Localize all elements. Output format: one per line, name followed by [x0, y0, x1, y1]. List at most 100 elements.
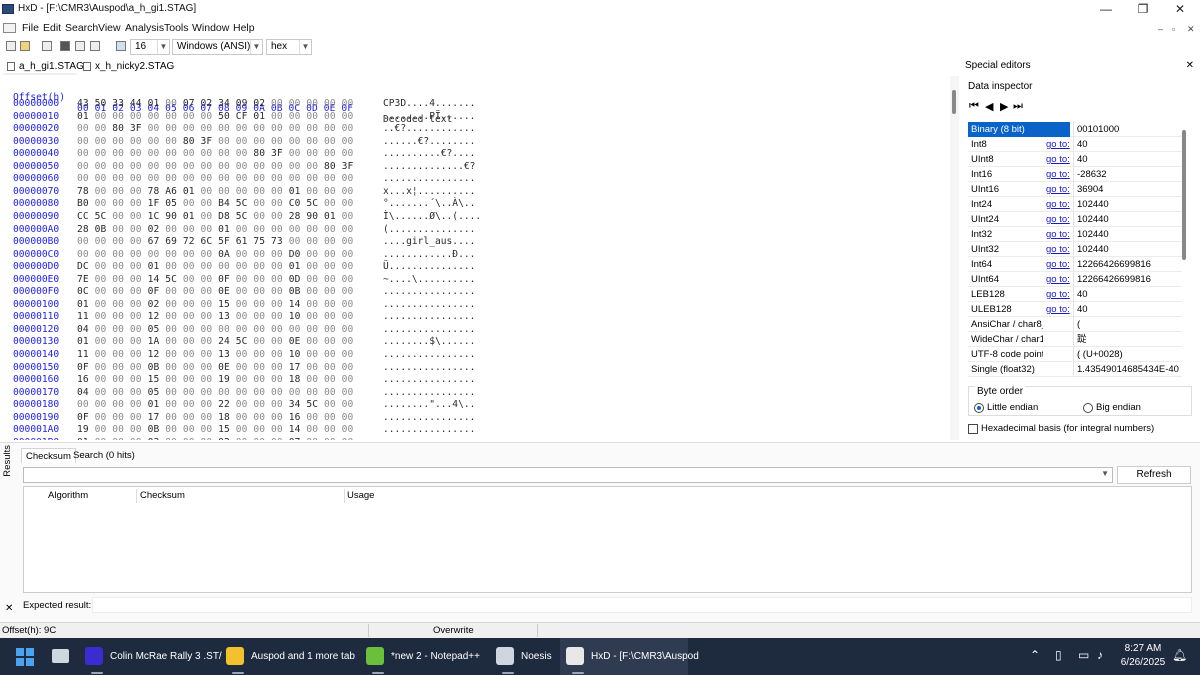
hex-byte[interactable]: 5C	[236, 336, 254, 347]
hex-byte[interactable]: 00	[183, 311, 201, 322]
row-bytes[interactable]: 19 00 00 00 0B 00 00 00 15 00 00 00 14 0…	[77, 424, 353, 435]
hex-byte[interactable]: 00	[271, 224, 289, 235]
row-decoded-text[interactable]: ............Ð...	[383, 249, 475, 260]
row-bytes[interactable]: 28 0B 00 00 02 00 00 00 01 00 00 00 00 0…	[77, 224, 353, 235]
hex-byte[interactable]: 00	[306, 186, 324, 197]
hex-byte[interactable]: 00	[306, 374, 324, 385]
hex-byte[interactable]: 00	[253, 324, 271, 335]
last-byte-icon[interactable]: ⏭	[1013, 100, 1023, 113]
hex-byte[interactable]: 00	[306, 224, 324, 235]
row-bytes[interactable]: 01 00 00 00 02 00 00 00 15 00 00 00 14 0…	[77, 299, 353, 310]
inspector-value[interactable]: 40	[1073, 152, 1179, 167]
hex-byte[interactable]: 00	[112, 261, 130, 272]
hex-byte[interactable]: 00	[324, 274, 342, 285]
hex-byte[interactable]: DC	[77, 261, 95, 272]
hex-byte[interactable]: 13	[218, 311, 236, 322]
hex-byte[interactable]: 00	[236, 349, 254, 360]
memory-icon[interactable]	[90, 41, 100, 51]
hex-byte[interactable]: 69	[165, 236, 183, 247]
inspector-row[interactable]: AnsiChar / char8_t (	[968, 317, 1182, 332]
hex-byte[interactable]: 00	[342, 173, 354, 184]
hex-byte[interactable]: 00	[324, 299, 342, 310]
hex-byte[interactable]: 09	[236, 98, 254, 109]
hex-byte[interactable]: 00	[95, 249, 113, 260]
hex-byte[interactable]: 00	[95, 362, 113, 373]
row-bytes[interactable]: 00 00 00 00 00 00 00 00 00 00 00 00 00 0…	[77, 173, 353, 184]
hex-byte[interactable]: 28	[289, 211, 307, 222]
hex-byte[interactable]: 00	[342, 148, 354, 159]
hex-byte[interactable]: 0E	[218, 286, 236, 297]
hex-byte[interactable]: 1F	[148, 198, 166, 209]
hex-byte[interactable]: 00	[165, 249, 183, 260]
hex-byte[interactable]: 00	[95, 437, 113, 440]
hex-byte[interactable]: 00	[77, 123, 95, 134]
hex-byte[interactable]: 00	[236, 412, 254, 423]
hex-byte[interactable]: 00	[77, 236, 95, 247]
hex-byte[interactable]: 00	[289, 123, 307, 134]
menu-window[interactable]: Window	[192, 22, 229, 34]
hex-byte[interactable]: 00	[253, 286, 271, 297]
hex-byte[interactable]: 5C	[95, 211, 113, 222]
network-icon[interactable]: ▭	[1078, 648, 1089, 662]
hex-byte[interactable]: 00	[289, 324, 307, 335]
hex-byte[interactable]: 00	[112, 111, 130, 122]
hex-byte[interactable]: CC	[77, 211, 95, 222]
hex-byte[interactable]: 00	[165, 311, 183, 322]
hex-byte[interactable]: 00	[218, 387, 236, 398]
row-bytes[interactable]: 01 00 00 00 00 00 00 00 50 CF 01 00 00 0…	[77, 111, 353, 122]
taskbar-app[interactable]: *new 2 - Notepad++	[360, 638, 480, 675]
hex-byte[interactable]: 00	[236, 249, 254, 260]
hex-byte[interactable]: 00	[342, 424, 354, 435]
row-bytes[interactable]: 0F 00 00 00 0B 00 00 00 0E 00 00 00 17 0…	[77, 362, 353, 373]
hex-byte[interactable]: 90	[165, 211, 183, 222]
row-bytes[interactable]: 00 00 00 00 01 00 00 00 22 00 00 00 34 5…	[77, 399, 353, 410]
hex-byte[interactable]: 00	[112, 136, 130, 147]
hex-byte[interactable]: 00	[165, 437, 183, 440]
offset-base-select[interactable]: hex ▼	[266, 39, 312, 55]
inspector-row[interactable]: Int16 go to: -28632	[968, 167, 1182, 182]
hex-byte[interactable]: 00	[200, 374, 218, 385]
taskbar-app[interactable]: Auspod and 1 more tab	[220, 638, 355, 675]
row-decoded-text[interactable]: ................	[383, 437, 475, 440]
hex-byte[interactable]: 00	[324, 437, 342, 440]
hex-byte[interactable]: 73	[271, 236, 289, 247]
hex-byte[interactable]: 33	[112, 98, 130, 109]
checksum-algorithm-select[interactable]: ▼	[23, 467, 1113, 483]
hex-byte[interactable]: 00	[289, 111, 307, 122]
hex-byte[interactable]: 17	[148, 412, 166, 423]
hex-byte[interactable]: D0	[289, 249, 307, 260]
hex-byte[interactable]: 0F	[77, 412, 95, 423]
hex-byte[interactable]: 00	[253, 349, 271, 360]
hex-byte[interactable]: 00	[236, 161, 254, 172]
hex-byte[interactable]: 02	[148, 224, 166, 235]
hex-byte[interactable]: 00	[306, 161, 324, 172]
row-bytes[interactable]: 0F 00 00 00 17 00 00 00 18 00 00 00 16 0…	[77, 412, 353, 423]
hex-byte[interactable]: 12	[148, 349, 166, 360]
hex-byte[interactable]: 00	[183, 437, 201, 440]
row-bytes[interactable]: 78 00 00 00 78 A6 01 00 00 00 00 00 01 0…	[77, 186, 353, 197]
hex-byte[interactable]: 00	[236, 437, 254, 440]
hex-byte[interactable]: 00	[236, 224, 254, 235]
hex-byte[interactable]: 00	[130, 211, 148, 222]
hex-byte[interactable]: 00	[306, 362, 324, 373]
hex-byte[interactable]: 00	[165, 324, 183, 335]
hex-byte[interactable]: D8	[218, 211, 236, 222]
hex-byte[interactable]: 00	[271, 412, 289, 423]
menu-search[interactable]: Search	[65, 22, 98, 34]
inspector-value[interactable]: 40	[1073, 137, 1179, 152]
row-decoded-text[interactable]: ................	[383, 424, 475, 435]
hex-byte[interactable]: 00	[77, 399, 95, 410]
hex-byte[interactable]: 5C	[306, 399, 324, 410]
hex-byte[interactable]: 3F	[200, 136, 218, 147]
hex-byte[interactable]: 00	[324, 98, 342, 109]
hex-byte[interactable]: 00	[112, 387, 130, 398]
hex-byte[interactable]: 00	[236, 399, 254, 410]
hex-byte[interactable]: 00	[306, 412, 324, 423]
hex-byte[interactable]: 00	[342, 311, 354, 322]
hex-byte[interactable]: 00	[236, 136, 254, 147]
hex-byte[interactable]: 43	[77, 98, 95, 109]
row-decoded-text[interactable]: CP3D....4.......	[383, 98, 475, 109]
hex-byte[interactable]: 00	[130, 111, 148, 122]
refresh-button[interactable]: Refresh	[1117, 466, 1191, 484]
hex-byte[interactable]: 00	[183, 111, 201, 122]
